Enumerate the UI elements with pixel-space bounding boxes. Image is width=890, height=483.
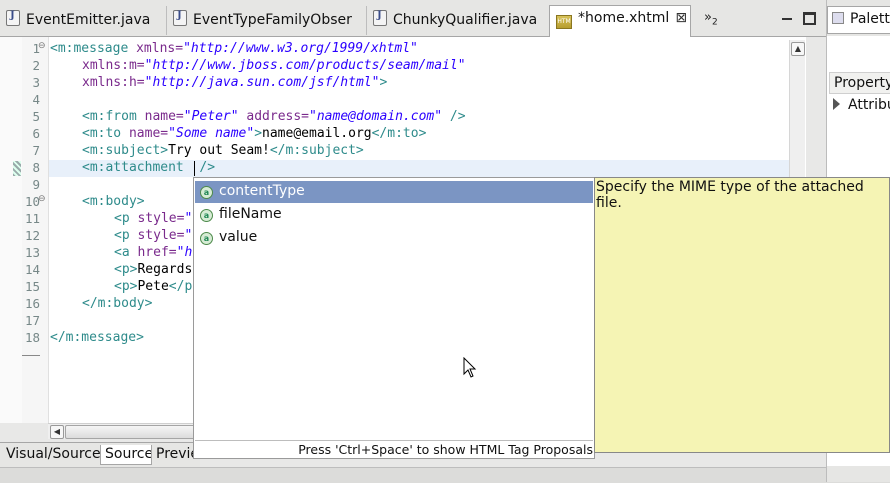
fold-minus-icon[interactable]: ⊖ (38, 194, 46, 204)
code-line: <m:body> (82, 194, 145, 209)
line-number: 17 (24, 313, 40, 328)
line-number: 13 (24, 245, 40, 260)
tab-label: *home.xhtml (578, 10, 670, 26)
line-number: 5 (32, 109, 40, 124)
code-line: <m:subject>Try out Seam!</m:subject> (82, 143, 364, 158)
tab-home-xhtml[interactable]: HTM *home.xhtml ⊠ (549, 5, 691, 37)
expand-triangle-icon[interactable] (833, 98, 840, 110)
attribute-icon: a (200, 209, 213, 222)
code-line: <m:attachment /> (82, 160, 216, 175)
code-line: </m:body> (82, 296, 153, 311)
code-line: <a href="h (114, 245, 193, 260)
line-number: 2 (32, 58, 40, 73)
tab-source[interactable]: Source (100, 445, 152, 465)
line-number: 3 (32, 75, 40, 90)
tab-overflow-button[interactable]: »2 (704, 10, 718, 28)
line-number: 12 (24, 228, 40, 243)
java-file-icon: J (373, 10, 387, 26)
mouse-pointer-icon (463, 357, 477, 378)
java-file-icon: J (173, 10, 187, 26)
code-line: <p>Pete</p (114, 279, 193, 294)
palette-icon (832, 12, 844, 24)
overflow-count: 2 (711, 17, 718, 28)
scrollbar-thumb[interactable] (65, 425, 196, 439)
assist-status-hint: Press 'Ctrl+Space' to show HTML Tag Prop… (195, 440, 593, 458)
documentation-popup: Specify the MIME type of the attached fi… (594, 177, 890, 453)
line-number: 8 (32, 160, 40, 175)
tab-palette[interactable]: Palette (827, 6, 890, 34)
line-number: 4 (32, 92, 40, 107)
editor-page-tabs: Visual/Source Source Previe (0, 442, 200, 467)
line-number: 14 (24, 262, 40, 277)
tree-row-label: Attribu (848, 97, 890, 113)
horizontal-scrollbar[interactable]: ◀ (48, 423, 196, 439)
property-column-header[interactable]: Property (829, 72, 890, 94)
attributes-tree-row[interactable]: Attribu (833, 97, 890, 113)
code-line: </m:message> (50, 330, 144, 345)
proposal-value[interactable]: a value (195, 227, 593, 249)
proposal-label: contentType (219, 183, 305, 199)
status-bar (0, 467, 890, 483)
tab-visual-source[interactable]: Visual/Source (2, 445, 100, 465)
code-line: <m:from name="Peter" address="name@domai… (82, 109, 466, 124)
code-line: <p style=" (114, 228, 193, 243)
text-caret (194, 161, 195, 176)
editor-tab-bar: J EventEmitter.java J EventTypeFamilyObser… (0, 0, 826, 37)
attribute-icon: a (200, 186, 213, 199)
double-chevron-icon: » (704, 10, 712, 25)
proposal-file-name[interactable]: a fileName (195, 204, 593, 226)
tab-label: EventEmitter.java (26, 12, 151, 28)
code-line: <m:to name="Some name">name@email.org</m… (82, 126, 427, 141)
code-line: <p>Regards (114, 262, 193, 277)
code-line: xmlns:h="http://java.sun.com/jsf/html"> (82, 75, 388, 90)
scroll-up-icon[interactable]: ▲ (791, 42, 805, 56)
java-file-icon: J (6, 10, 20, 26)
tab-label: EventTypeFamilyObser (193, 12, 352, 28)
maximize-icon[interactable] (803, 12, 816, 25)
line-number: 11 (24, 211, 40, 226)
line-number: 9 (32, 177, 40, 192)
line-number: 7 (32, 143, 40, 158)
line-number: 18 (24, 330, 40, 345)
tab-label: Palette (850, 11, 890, 27)
annotation-ruler (0, 37, 22, 423)
minimize-icon[interactable] (782, 18, 792, 20)
content-assist-popup: a contentType a fileName a value Press 'Ctr… (193, 177, 595, 459)
attribute-icon: a (200, 232, 213, 245)
line-number: 6 (32, 126, 40, 141)
proposal-label: fileName (219, 206, 282, 222)
tab-chunky-qualifier[interactable]: J ChunkyQualifier.java (366, 6, 549, 35)
code-line: <m:message xmlns="http://www.w3.org/1999… (50, 41, 418, 56)
scroll-left-icon[interactable]: ◀ (50, 425, 64, 439)
tab-event-emitter[interactable]: J EventEmitter.java (0, 6, 165, 35)
line-number: 10 (24, 194, 40, 209)
code-line: <p style=" (114, 211, 193, 226)
code-line: xmlns:m="http://www.jboss.com/products/s… (82, 58, 466, 73)
close-icon[interactable]: ⊠ (675, 10, 687, 26)
proposal-content-type[interactable]: a contentType (195, 181, 593, 203)
line-number: 16 (24, 296, 40, 311)
fold-minus-icon[interactable]: ⊖ (38, 41, 46, 51)
proposal-label: value (219, 229, 258, 245)
tab-label: ChunkyQualifier.java (393, 12, 538, 28)
line-number: 15 (24, 279, 40, 294)
line-number: 1 (32, 41, 40, 56)
line-underline (22, 355, 40, 356)
xhtml-file-icon: HTM (556, 15, 572, 29)
tab-event-type-family[interactable]: J EventTypeFamilyObser (166, 6, 365, 35)
